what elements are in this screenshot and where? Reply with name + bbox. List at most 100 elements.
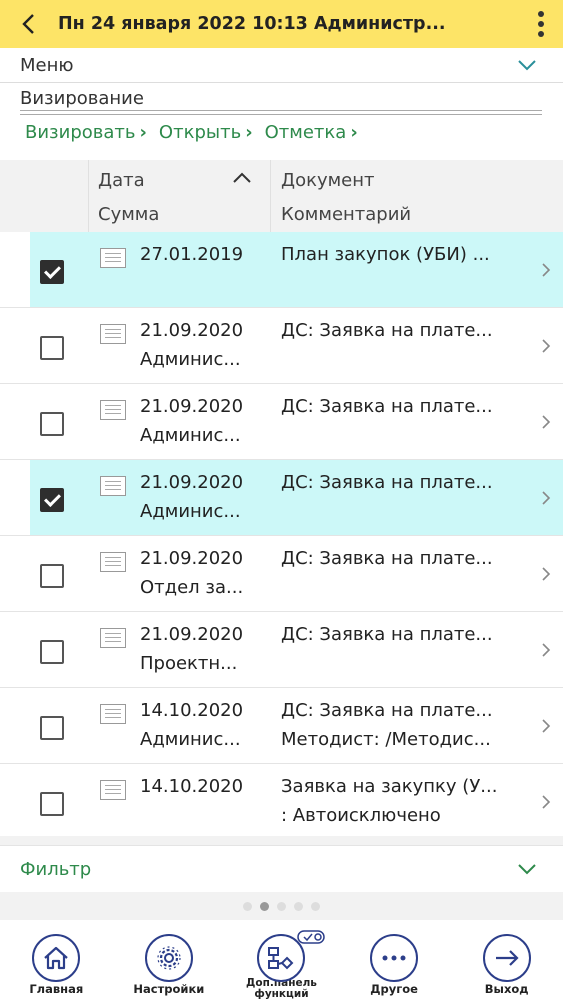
page-dot[interactable] (294, 901, 303, 911)
row-document: ДС: Заявка на плате... (281, 320, 493, 341)
table-row[interactable]: 14.10.2020 Админис... ДС: Заявка на плат… (0, 688, 563, 764)
home-icon (32, 934, 81, 982)
table-row[interactable]: 21.09.2020 Админис... ДС: Заявка на плат… (0, 308, 563, 384)
table-row[interactable]: 21.09.2020 Отдел за... ДС: Заявка на пла… (0, 536, 563, 612)
row-margin (0, 232, 30, 307)
row-checkbox[interactable] (40, 336, 64, 360)
nav-settings-label: Настройки (133, 982, 205, 996)
row-sum: Админис... (140, 425, 241, 446)
row-checkbox[interactable] (40, 488, 64, 512)
column-divider (88, 160, 89, 232)
chevron-down-icon (518, 864, 536, 875)
row-date: 21.09.2020 (140, 472, 244, 493)
back-button[interactable] (0, 0, 58, 48)
spacer (0, 836, 563, 845)
approve-label: Визировать (25, 122, 136, 143)
nav-extra-label-line2: функций (254, 988, 309, 1000)
chevron-right-icon: › (139, 122, 147, 143)
nav-exit-label: Выход (484, 982, 529, 996)
header-document[interactable]: Документ (281, 170, 375, 191)
mark-button[interactable]: Отметка › (265, 122, 358, 143)
more-horizontal-icon (370, 934, 419, 982)
open-button[interactable]: Открыть › (159, 122, 253, 143)
page-dot[interactable] (243, 901, 252, 911)
sort-ascending-icon[interactable] (232, 172, 252, 184)
header-comment[interactable]: Комментарий (281, 204, 411, 225)
chevron-right-icon (542, 719, 551, 733)
document-icon (100, 780, 126, 800)
top-bar: Пн 24 января 2022 10:13 Администр... (0, 0, 563, 48)
row-checkbox[interactable] (40, 564, 64, 588)
row-margin (0, 460, 30, 535)
header-sum[interactable]: Сумма (98, 204, 159, 225)
row-checkbox[interactable] (40, 412, 64, 436)
header-date[interactable]: Дата (98, 170, 145, 191)
row-checkbox[interactable] (40, 640, 64, 664)
table-row[interactable]: 21.09.2020 Админис... ДС: Заявка на плат… (0, 460, 563, 536)
row-document: ДС: Заявка на плате... (281, 396, 493, 417)
chevron-right-icon: › (245, 122, 253, 143)
document-icon (100, 248, 126, 268)
chevron-right-icon (542, 263, 551, 277)
row-checkbox[interactable] (40, 260, 64, 284)
row-document: ДС: Заявка на плате... (281, 700, 493, 721)
filter-label: Фильтр (20, 858, 92, 880)
row-sum: Проектн... (140, 653, 238, 674)
table-row[interactable]: 27.01.2019 План закупок (УБИ) ... (0, 232, 563, 308)
chevron-right-icon: › (350, 122, 358, 143)
row-sum: Отдел за... (140, 577, 244, 598)
menu-toggle[interactable]: Меню (0, 48, 563, 83)
document-icon (100, 400, 126, 420)
chevron-right-icon (542, 415, 551, 429)
table-row[interactable]: 21.09.2020 Проектн... ДС: Заявка на плат… (0, 612, 563, 688)
nav-home[interactable]: Главная (0, 920, 113, 1000)
column-divider (270, 160, 271, 232)
nav-exit[interactable]: Выход (450, 920, 563, 1000)
action-bar: Визировать › Открыть › Отметка › (25, 122, 358, 143)
page-dot[interactable] (311, 901, 320, 911)
nav-home-label: Главная (29, 982, 84, 996)
row-date: 21.09.2020 (140, 548, 244, 569)
row-checkbox[interactable] (40, 716, 64, 740)
row-date: 14.10.2020 (140, 700, 244, 721)
chevron-right-icon (542, 567, 551, 581)
nav-other-label: Другое (370, 982, 418, 996)
row-document: ДС: Заявка на плате... (281, 624, 493, 645)
nav-extra-panel[interactable]: Доп.панель функций (225, 920, 338, 1000)
chevron-right-icon (542, 491, 551, 505)
row-date: 21.09.2020 (140, 396, 244, 417)
page-dot[interactable] (260, 901, 269, 911)
open-label: Открыть (158, 122, 242, 143)
section-divider (20, 110, 542, 115)
table-row[interactable]: 21.09.2020 Админис... ДС: Заявка на плат… (0, 384, 563, 460)
mark-label: Отметка (264, 122, 347, 143)
toggle-check-icon (297, 930, 326, 944)
section-title: Визирование (20, 88, 144, 109)
row-sum: Админис... (140, 349, 241, 370)
nav-other[interactable]: Другое (338, 920, 451, 1000)
nav-settings[interactable]: Настройки (113, 920, 226, 1000)
chevron-down-icon (518, 60, 536, 71)
chevron-right-icon (542, 643, 551, 657)
row-document: ДС: Заявка на плате... (281, 472, 493, 493)
row-checkbox[interactable] (40, 792, 64, 816)
page-dot[interactable] (277, 901, 286, 911)
filter-toggle[interactable]: Фильтр (0, 845, 563, 893)
page-title: Пн 24 января 2022 10:13 Администр... (58, 14, 446, 34)
exit-icon (482, 934, 531, 982)
table-row[interactable]: 14.10.2020 Заявка на закупку (У... : Авт… (0, 764, 563, 840)
more-menu-icon[interactable] (537, 11, 545, 37)
row-date: 21.09.2020 (140, 320, 244, 341)
chevron-right-icon (542, 795, 551, 809)
chevron-right-icon (542, 339, 551, 353)
table-header: Дата Сумма Документ Комментарий (0, 160, 563, 232)
row-comment: Методист: /Методис... (281, 729, 491, 750)
document-icon (100, 628, 126, 648)
approve-button[interactable]: Визировать › (25, 122, 147, 143)
row-sum: Админис... (140, 501, 241, 522)
row-date: 27.01.2019 (140, 244, 244, 265)
menu-label: Меню (20, 54, 74, 76)
row-comment: : Автоисключено (281, 805, 441, 826)
document-icon (100, 324, 126, 344)
bottom-nav: Главная Настройки Доп.панель функций Дру… (0, 920, 563, 1000)
